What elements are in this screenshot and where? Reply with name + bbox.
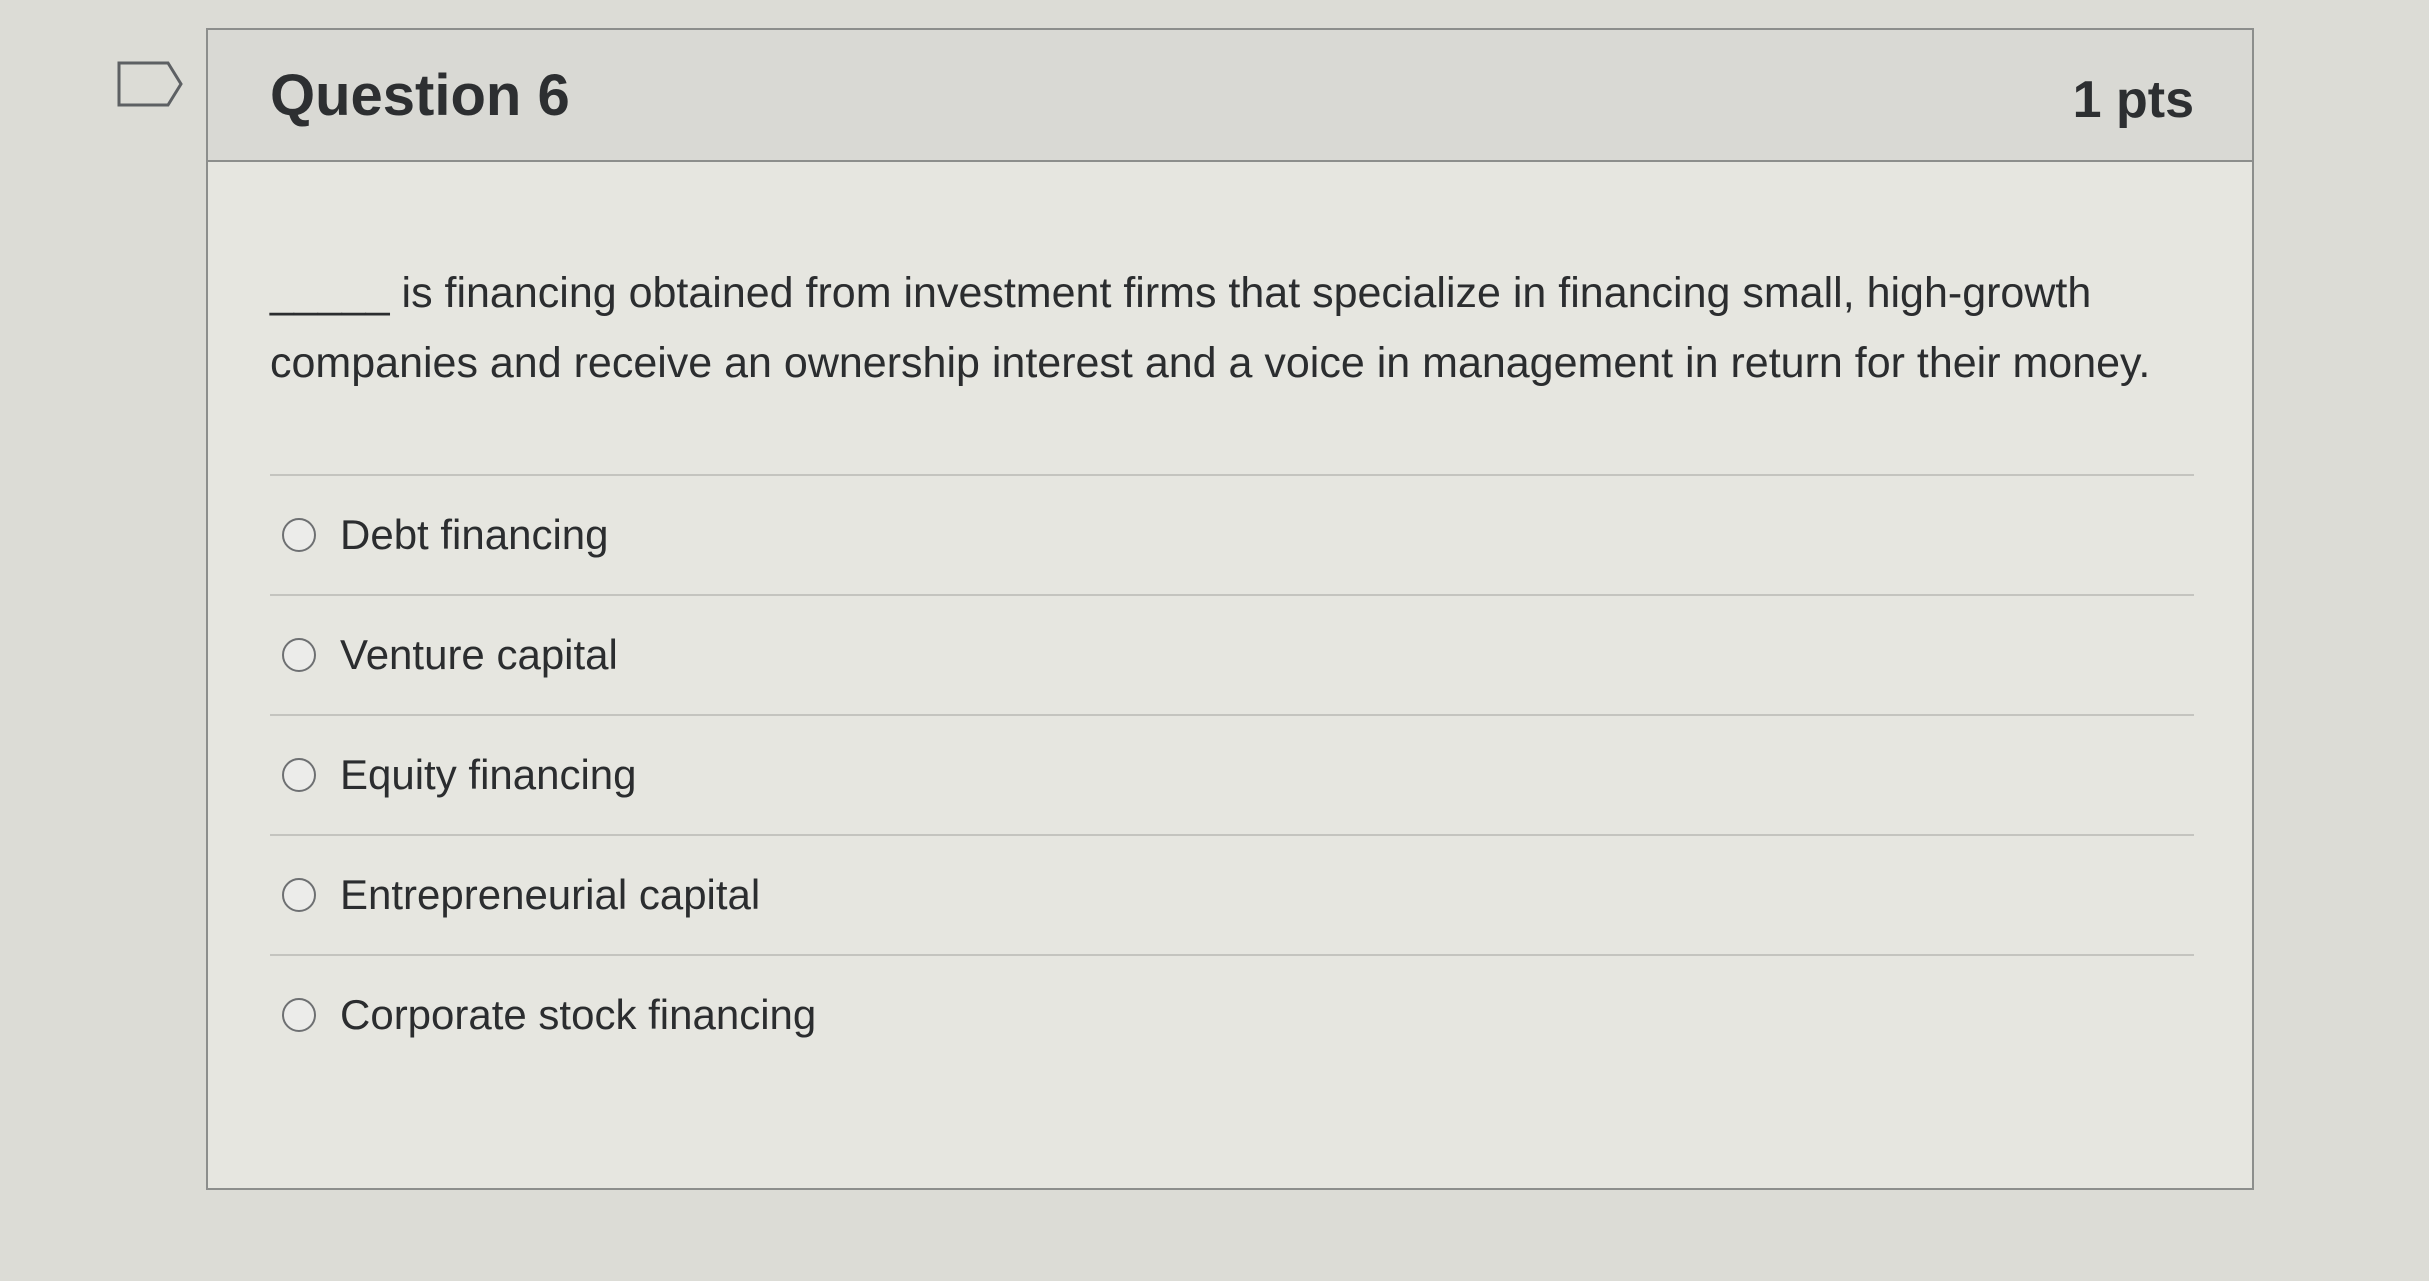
flag-question-icon[interactable] bbox=[116, 60, 184, 108]
answer-option-venture-capital[interactable]: Venture capital bbox=[270, 594, 2194, 714]
answer-label[interactable]: Debt financing bbox=[340, 511, 609, 559]
answer-label[interactable]: Venture capital bbox=[340, 631, 618, 679]
question-title: Question 6 bbox=[270, 63, 570, 128]
answer-option-equity-financing[interactable]: Equity financing bbox=[270, 714, 2194, 834]
question-card: Question 6 1 pts _____ is financing obta… bbox=[206, 28, 2254, 1190]
answer-label[interactable]: Corporate stock financing bbox=[340, 991, 816, 1039]
answer-label[interactable]: Equity financing bbox=[340, 751, 637, 799]
answer-list: Debt financing Venture capital Equity fi… bbox=[270, 474, 2196, 1074]
question-body: _____ is financing obtained from investm… bbox=[208, 162, 2252, 1074]
answer-option-corporate-stock-financing[interactable]: Corporate stock financing bbox=[270, 954, 2194, 1074]
question-header: Question 6 1 pts bbox=[208, 30, 2252, 162]
answer-label[interactable]: Entrepreneurial capital bbox=[340, 871, 760, 919]
answer-option-debt-financing[interactable]: Debt financing bbox=[270, 474, 2194, 594]
radio-button[interactable] bbox=[282, 518, 316, 552]
radio-button[interactable] bbox=[282, 998, 316, 1032]
radio-button[interactable] bbox=[282, 638, 316, 672]
radio-button[interactable] bbox=[282, 878, 316, 912]
question-text: _____ is financing obtained from investm… bbox=[270, 269, 2151, 387]
question-points: 1 pts bbox=[2072, 71, 2194, 129]
answer-option-entrepreneurial-capital[interactable]: Entrepreneurial capital bbox=[270, 834, 2194, 954]
radio-button[interactable] bbox=[282, 758, 316, 792]
